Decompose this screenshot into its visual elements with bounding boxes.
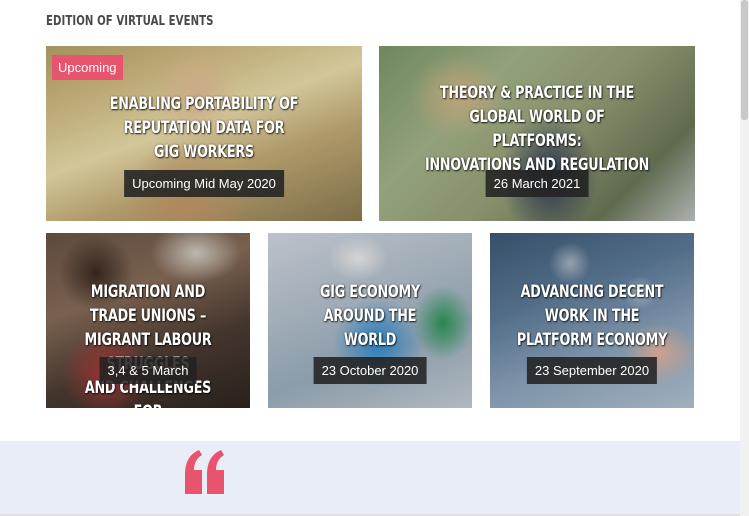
- event-date: 23 October 2020: [313, 357, 427, 384]
- event-card-migration-unions[interactable]: MIGRATION AND TRADE UNIONS – MIGRANT LAB…: [46, 233, 250, 408]
- upcoming-badge: Upcoming: [52, 55, 123, 80]
- page: EDITION OF VIRTUAL EVENTS ENABLING PORTA…: [0, 0, 749, 516]
- event-date: 23 September 2020: [526, 357, 658, 384]
- event-date: 26 March 2021: [485, 170, 589, 197]
- event-title: MIGRATION AND TRADE UNIONS – MIGRANT LAB…: [84, 282, 212, 408]
- event-title: ENABLING PORTABILITY OF REPUTATION DATA …: [109, 94, 299, 162]
- event-title: ADVANCING DECENT WORK IN THE PLATFORM EC…: [516, 282, 668, 350]
- event-card-theory-practice[interactable]: THEORY & PRACTICE IN THE GLOBAL WORLD OF…: [379, 46, 695, 221]
- testimonial-section: [0, 441, 740, 516]
- event-card-decent-work[interactable]: ADVANCING DECENT WORK IN THE PLATFORM EC…: [490, 233, 694, 408]
- event-card-gig-economy-world[interactable]: GIG ECONOMY AROUND THE WORLD 23 October …: [268, 233, 472, 408]
- scrollbar[interactable]: [740, 0, 749, 516]
- scrollbar-thumb[interactable]: [741, 0, 748, 120]
- event-title: GIG ECONOMY AROUND THE WORLD: [320, 282, 420, 350]
- section-title: EDITION OF VIRTUAL EVENTS: [46, 14, 214, 29]
- event-date: 3,4 & 5 March: [99, 357, 197, 384]
- quote-mark-icon: [185, 450, 224, 494]
- event-date: Upcoming Mid May 2020: [124, 170, 284, 197]
- event-title: THEORY & PRACTICE IN THE GLOBAL WORLD OF…: [424, 83, 650, 175]
